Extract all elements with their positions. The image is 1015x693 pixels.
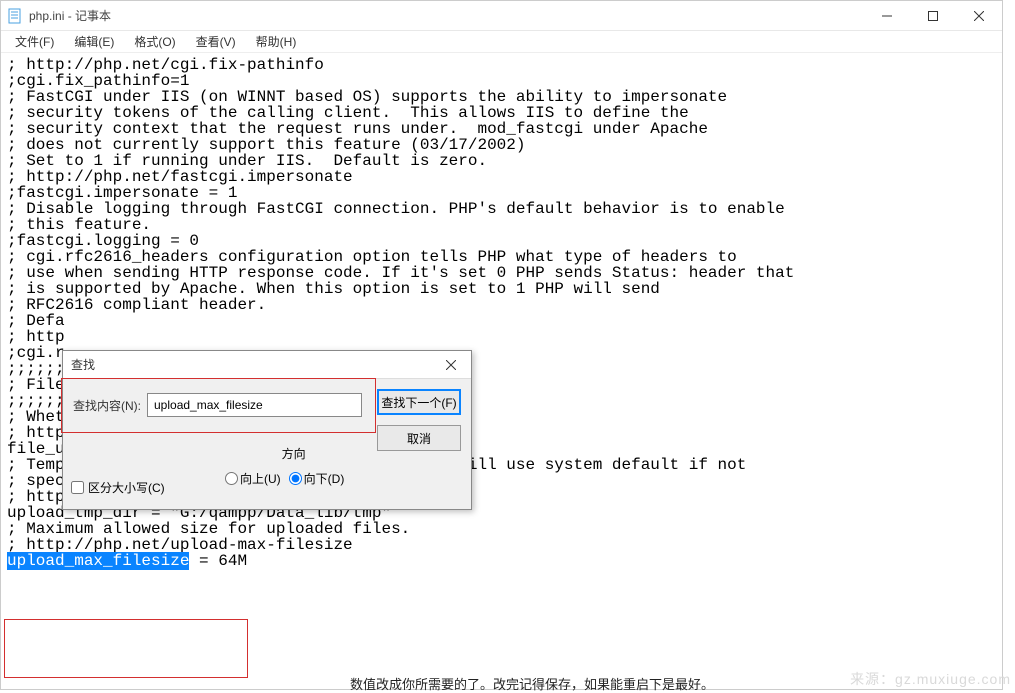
editor-line: ; Maximum allowed size for uploaded file… xyxy=(7,521,996,537)
watermark: 来源：gz.muxiuge.com xyxy=(850,669,1011,689)
find-dialog-title: 查找 xyxy=(71,356,95,373)
editor-line: ;fastcgi.impersonate = 1 xyxy=(7,185,996,201)
menu-view[interactable]: 查看(V) xyxy=(192,31,240,52)
editor-line: ; cgi.rfc2616_headers configuration opti… xyxy=(7,249,996,265)
find-dialog: 查找 查找内容(N): 查找下一个(F) 取消 方向 向上(U) 向下(D) xyxy=(62,350,472,510)
direction-label: 方向 xyxy=(243,445,344,462)
titlebar[interactable]: php.ini - 记事本 xyxy=(1,1,1002,31)
editor-line: ; security context that the request runs… xyxy=(7,121,996,137)
find-input[interactable] xyxy=(147,393,362,417)
close-icon xyxy=(446,360,456,370)
menubar: 文件(F) 编辑(E) 格式(O) 查看(V) 帮助(H) xyxy=(1,31,1002,53)
editor-line: ; FastCGI under IIS (on WINNT based OS) … xyxy=(7,89,996,105)
editor-line: ; is supported by Apache. When this opti… xyxy=(7,281,996,297)
editor-line: ; this feature. xyxy=(7,217,996,233)
match-case-label: 区分大小写(C) xyxy=(88,479,165,496)
maximize-icon xyxy=(928,11,938,21)
editor-line: ;fastcgi.logging = 0 xyxy=(7,233,996,249)
minimize-button[interactable] xyxy=(864,1,910,30)
radio-down-input[interactable] xyxy=(289,472,302,485)
menu-help[interactable]: 帮助(H) xyxy=(252,31,301,52)
editor-line: upload_max_filesize = 64M xyxy=(7,553,996,569)
radio-down[interactable]: 向下(D) xyxy=(289,470,345,487)
radio-up[interactable]: 向上(U) xyxy=(225,470,281,487)
menu-edit[interactable]: 编辑(E) xyxy=(70,31,118,52)
editor-line: ; does not currently support this featur… xyxy=(7,137,996,153)
find-next-button[interactable]: 查找下一个(F) xyxy=(377,389,461,415)
radio-up-label: 向上(U) xyxy=(240,470,281,487)
editor-line: ; Set to 1 if running under IIS. Default… xyxy=(7,153,996,169)
notepad-icon xyxy=(7,8,23,24)
window-title: php.ini - 记事本 xyxy=(29,7,111,24)
close-icon xyxy=(974,11,984,21)
find-close-button[interactable] xyxy=(439,357,463,373)
notepad-window: php.ini - 记事本 文件(F) 编辑(E) 格式(O) 查看(V) 帮助… xyxy=(0,0,1003,690)
find-dialog-titlebar[interactable]: 查找 xyxy=(63,351,471,379)
menu-format[interactable]: 格式(O) xyxy=(130,31,179,52)
editor-line: ; Defa xyxy=(7,313,996,329)
minimize-icon xyxy=(882,11,892,21)
editor-line: ; http://php.net/fastcgi.impersonate xyxy=(7,169,996,185)
selection-highlight: upload_max_filesize xyxy=(7,552,189,570)
editor-line: ; http://php.net/upload-max-filesize xyxy=(7,537,996,553)
window-controls xyxy=(864,1,1002,30)
radio-up-input[interactable] xyxy=(225,472,238,485)
editor-line: ; http://php.net/cgi.fix-pathinfo xyxy=(7,57,996,73)
editor-line: ; Disable logging through FastCGI connec… xyxy=(7,201,996,217)
editor-line: ; security tokens of the calling client.… xyxy=(7,105,996,121)
editor-line: ;cgi.fix_pathinfo=1 xyxy=(7,73,996,89)
cancel-button[interactable]: 取消 xyxy=(377,425,461,451)
editor-line: ; use when sending HTTP response code. I… xyxy=(7,265,996,281)
editor-line: ; http xyxy=(7,329,996,345)
close-button[interactable] xyxy=(956,1,1002,30)
find-content-label: 查找内容(N): xyxy=(73,397,141,414)
truncated-footer-text: 数值改成你所需要的了。改完记得保存，如果能重启下是最好。 xyxy=(350,674,714,693)
editor-line: ; RFC2616 compliant header. xyxy=(7,297,996,313)
find-dialog-body: 查找内容(N): 查找下一个(F) 取消 方向 向上(U) 向下(D) 区分大小 xyxy=(63,379,471,509)
match-case-checkbox[interactable] xyxy=(71,481,84,494)
maximize-button[interactable] xyxy=(910,1,956,30)
direction-group: 方向 向上(U) 向下(D) xyxy=(225,445,344,487)
radio-down-label: 向下(D) xyxy=(304,470,345,487)
menu-file[interactable]: 文件(F) xyxy=(11,31,58,52)
